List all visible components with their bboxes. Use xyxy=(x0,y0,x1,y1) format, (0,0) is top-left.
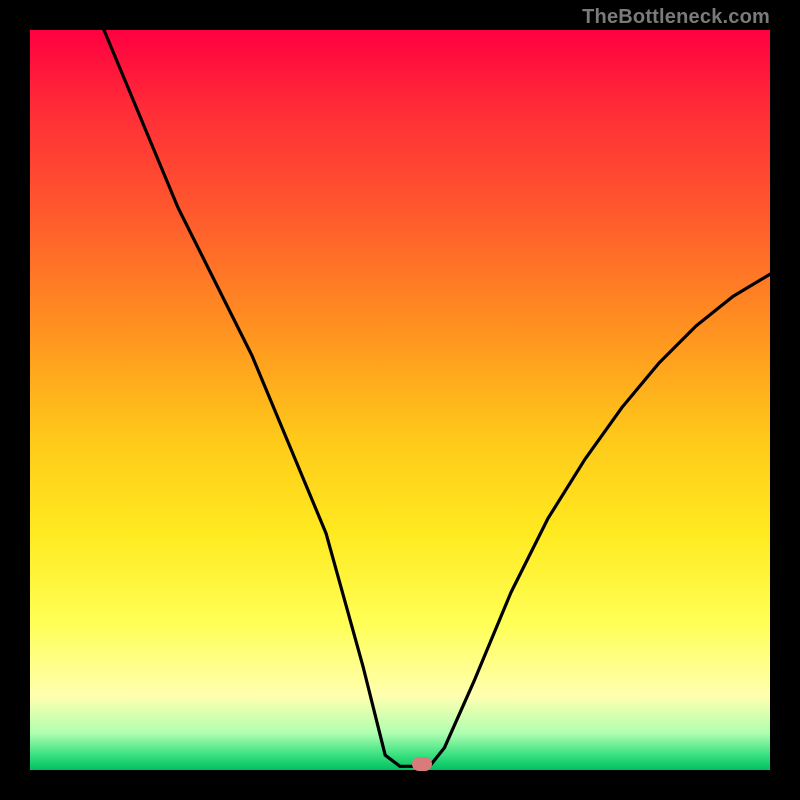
bottleneck-curve xyxy=(104,30,770,766)
attribution-text: TheBottleneck.com xyxy=(582,6,770,29)
optimal-marker xyxy=(412,757,432,771)
curve-svg xyxy=(30,30,770,770)
plot-area xyxy=(30,30,770,770)
bottleneck-chart: TheBottleneck.com xyxy=(0,0,800,800)
